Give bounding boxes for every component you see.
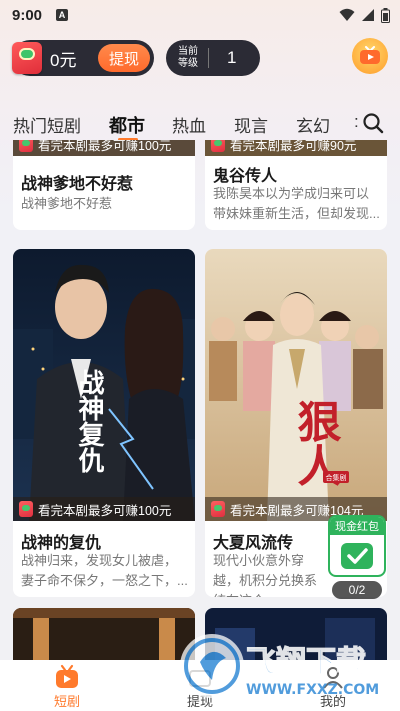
tab-hot-dramas[interactable]: 热门短剧 bbox=[13, 112, 81, 137]
red-packet-icon bbox=[12, 42, 42, 74]
red-packet-icon bbox=[19, 501, 33, 517]
card-desc: 战神归来，发现女儿被虐，妻子命不保夕，一怒之下，... bbox=[21, 553, 188, 588]
poster-title-art: 战神复仇 bbox=[74, 369, 104, 474]
status-time: 9:00 bbox=[12, 6, 43, 24]
notification-icon: A bbox=[56, 9, 69, 21]
earn-strip: 看完本剧最多可赚90元 bbox=[205, 140, 387, 156]
red-packet-card: 现金红包 bbox=[328, 515, 386, 577]
withdraw-button[interactable]: 提现 bbox=[98, 44, 150, 72]
status-icons bbox=[339, 7, 390, 23]
wallet-amount: 0元 bbox=[50, 50, 77, 70]
card-title: 战神爹地不好惹 bbox=[21, 176, 134, 193]
wallet-pill[interactable]: 0元 提现 bbox=[12, 40, 154, 76]
earn-strip: 看完本剧最多可赚100元 bbox=[13, 497, 195, 521]
earn-text: 看完本剧最多可赚90元 bbox=[230, 140, 357, 153]
red-packet-counter: 0/2 bbox=[332, 581, 382, 599]
signal-icon bbox=[362, 9, 374, 21]
tv-icon[interactable] bbox=[352, 38, 388, 74]
watermark-url: WWW.FXXZ.COM bbox=[246, 682, 379, 698]
red-packet-label: 现金红包 bbox=[330, 517, 384, 535]
drama-card[interactable] bbox=[13, 608, 195, 660]
tv-icon bbox=[56, 664, 78, 688]
tab-fantasy[interactable]: 玄幻 bbox=[296, 112, 330, 137]
tab-more-fragment: : bbox=[354, 112, 359, 131]
drama-card[interactable]: 看完本剧最多可赚90元 鬼谷传人 我陈昊本以为学成归来可以带妹妹重新生活，但却发… bbox=[205, 140, 387, 230]
category-tabs: 热门短剧 都市 热血 现言 玄幻 : bbox=[0, 108, 400, 142]
card-desc: 战神爹地不好惹 bbox=[21, 196, 113, 211]
card-title: 鬼谷传人 bbox=[213, 168, 278, 185]
card-title: 大夏风流传 bbox=[213, 535, 294, 552]
tab-romance[interactable]: 现言 bbox=[234, 112, 268, 137]
nav-label: 短剧 bbox=[53, 694, 80, 709]
level-label: 当前等级 bbox=[178, 46, 198, 69]
earn-strip: 看完本剧最多可赚100元 bbox=[13, 140, 195, 156]
search-icon[interactable] bbox=[362, 112, 384, 134]
level-divider bbox=[208, 48, 209, 68]
watermark-text: 飞翔下载 bbox=[246, 645, 366, 680]
card-title: 战神的复仇 bbox=[21, 535, 102, 552]
nav-shorts[interactable]: 短剧 bbox=[27, 660, 107, 711]
level-pill[interactable]: 当前等级 1 bbox=[166, 40, 260, 76]
poster-image bbox=[13, 608, 195, 660]
red-packet-icon bbox=[211, 140, 225, 152]
poster-image: 狠人 合集剧 bbox=[205, 249, 387, 521]
card-desc: 现代小伙意外穿越，机积分兑换系统在这个... bbox=[213, 553, 318, 597]
tab-passion[interactable]: 热血 bbox=[172, 112, 206, 137]
poster-image: 战神复仇 bbox=[13, 249, 195, 521]
drama-card[interactable]: 看完本剧最多可赚100元 战神爹地不好惹 战神爹地不好惹 bbox=[13, 140, 195, 230]
top-header: 0元 提现 当前等级 1 bbox=[0, 38, 400, 78]
red-packet-icon bbox=[19, 140, 33, 152]
battery-icon bbox=[381, 7, 390, 23]
poster-badge: 合集剧 bbox=[326, 473, 347, 482]
level-value: 1 bbox=[227, 48, 237, 67]
status-bar: 9:00 A bbox=[0, 0, 400, 30]
wifi-icon bbox=[339, 8, 355, 21]
cash-red-packet[interactable]: 现金红包 0/2 bbox=[328, 515, 386, 599]
card-desc: 我陈昊本以为学成归来可以带妹妹重新生活，但却发现... bbox=[213, 186, 380, 221]
check-icon bbox=[341, 543, 373, 569]
earn-text: 看完本剧最多可赚100元 bbox=[38, 503, 172, 518]
earn-text: 看完本剧最多可赚100元 bbox=[38, 140, 172, 153]
site-watermark: 飞翔下载 WWW.FXXZ.COM bbox=[180, 634, 379, 698]
red-packet-icon bbox=[211, 501, 225, 517]
tab-urban[interactable]: 都市 bbox=[109, 112, 145, 138]
drama-card[interactable]: 战神复仇 看完本剧最多可赚100元 战神的复仇 战神归来，发现女儿被虐，妻子命不… bbox=[13, 249, 195, 597]
